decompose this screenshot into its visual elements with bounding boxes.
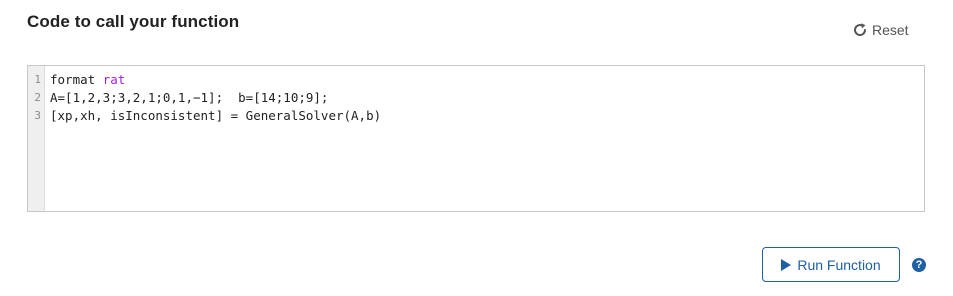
refresh-icon: [852, 22, 868, 38]
format-keyword: format: [50, 72, 96, 87]
code-to-call-panel: Code to call your function Reset 1 2 3 f…: [0, 0, 953, 296]
code-area[interactable]: format rat A=[1,2,3;3,2,1;0,1,−1]; b=[14…: [45, 66, 924, 211]
play-icon: [781, 258, 792, 271]
line-number: 2: [34, 91, 41, 104]
format-argument: rat: [102, 72, 126, 87]
help-icon[interactable]: ?: [912, 258, 926, 272]
run-function-button[interactable]: Run Function: [762, 247, 900, 282]
line-number-gutter: 1 2 3: [28, 66, 45, 211]
reset-label: Reset: [872, 22, 909, 38]
reset-button[interactable]: Reset: [852, 22, 909, 38]
code-line-1[interactable]: format rat: [50, 71, 924, 89]
run-function-label: Run Function: [797, 256, 881, 273]
line-number: 1: [34, 73, 41, 86]
code-editor[interactable]: 1 2 3 format rat A=[1,2,3;3,2,1;0,1,−1];…: [27, 65, 925, 212]
code-line-3[interactable]: [xp,xh, isInconsistent] = GeneralSolver(…: [50, 107, 924, 125]
code-line-2[interactable]: A=[1,2,3;3,2,1;0,1,−1]; b=[14;10;9];: [50, 89, 924, 107]
line-number: 3: [34, 109, 41, 122]
page-title: Code to call your function: [27, 12, 240, 31]
